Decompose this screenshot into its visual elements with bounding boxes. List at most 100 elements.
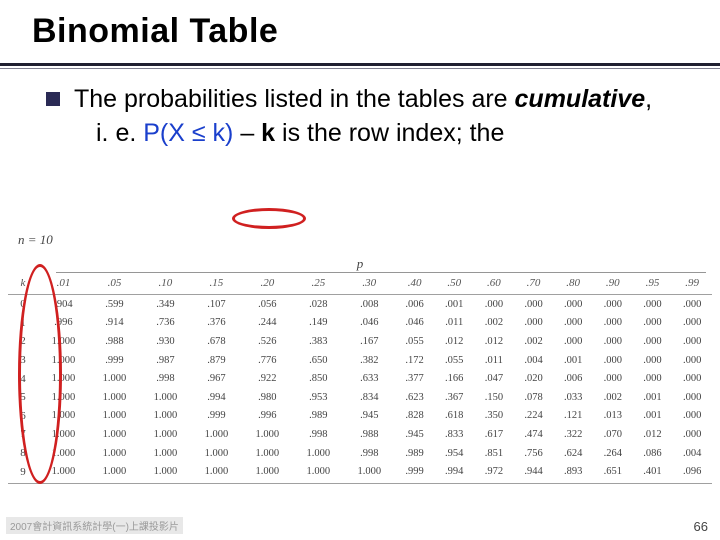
table-row: 61.0001.0001.000.999.996.989.945.828.618…: [8, 407, 712, 426]
value-cell: .166: [434, 369, 474, 388]
value-cell: .678: [191, 332, 242, 351]
k-cell: 2: [8, 332, 38, 351]
value-cell: .000: [672, 407, 712, 426]
value-cell: .096: [672, 462, 712, 483]
value-cell: .004: [514, 351, 554, 370]
p-header: .05: [89, 274, 140, 295]
value-cell: .004: [672, 444, 712, 463]
page-number: 66: [694, 519, 708, 534]
value-cell: .001: [553, 351, 593, 370]
value-cell: .012: [633, 425, 673, 444]
p-header: .70: [514, 274, 554, 295]
value-cell: 1.000: [38, 369, 89, 388]
value-cell: .000: [633, 314, 673, 333]
value-cell: 1.000: [242, 425, 293, 444]
p-header: .60: [474, 274, 514, 295]
value-cell: .349: [140, 295, 191, 314]
value-cell: .367: [434, 388, 474, 407]
value-cell: .998: [293, 425, 344, 444]
value-cell: .376: [191, 314, 242, 333]
value-cell: .994: [434, 462, 474, 483]
line2-lead: i. e.: [96, 119, 143, 147]
k-cell: 8: [8, 444, 38, 463]
value-cell: .999: [191, 407, 242, 426]
value-cell: .002: [514, 332, 554, 351]
table-row: 41.0001.000.998.967.922.850.633.377.166.…: [8, 369, 712, 388]
p-header: .25: [293, 274, 344, 295]
value-cell: .046: [395, 314, 435, 333]
p-header: .80: [553, 274, 593, 295]
value-cell: 1.000: [140, 444, 191, 463]
value-cell: .624: [553, 444, 593, 463]
value-cell: .998: [344, 444, 395, 463]
value-cell: 1.000: [89, 444, 140, 463]
value-cell: .998: [140, 369, 191, 388]
k-cell: 9: [8, 462, 38, 483]
value-cell: .150: [474, 388, 514, 407]
value-cell: .893: [553, 462, 593, 483]
value-cell: .006: [553, 369, 593, 388]
k-cell: 6: [8, 407, 38, 426]
value-cell: .055: [395, 332, 435, 351]
p-label: p: [357, 256, 364, 271]
k-cell: 1: [8, 314, 38, 333]
value-cell: .000: [553, 332, 593, 351]
value-cell: 1.000: [89, 369, 140, 388]
value-cell: 1.000: [38, 425, 89, 444]
value-cell: 1.000: [140, 388, 191, 407]
k-cell: 7: [8, 425, 38, 444]
value-cell: .988: [344, 425, 395, 444]
value-cell: 1.000: [38, 407, 89, 426]
table-row: 91.0001.0001.0001.0001.0001.0001.000.999…: [8, 462, 712, 483]
value-cell: .121: [553, 407, 593, 426]
value-cell: .020: [514, 369, 554, 388]
dash: –: [233, 119, 261, 147]
k-cell: 3: [8, 351, 38, 370]
k-bold: k: [261, 119, 275, 147]
k-cell: 0: [8, 295, 38, 314]
value-cell: .000: [633, 369, 673, 388]
value-cell: 1.000: [38, 388, 89, 407]
value-cell: .172: [395, 351, 435, 370]
value-cell: .264: [593, 444, 633, 463]
comma: ,: [645, 85, 652, 113]
value-cell: .244: [242, 314, 293, 333]
value-cell: .000: [553, 314, 593, 333]
value-cell: 1.000: [140, 462, 191, 483]
value-cell: .828: [395, 407, 435, 426]
value-cell: .944: [514, 462, 554, 483]
p-header: .15: [191, 274, 242, 295]
value-cell: .167: [344, 332, 395, 351]
value-cell: .012: [474, 332, 514, 351]
value-cell: .001: [633, 388, 673, 407]
value-cell: .322: [553, 425, 593, 444]
value-cell: .350: [474, 407, 514, 426]
p-header: .10: [140, 274, 191, 295]
value-cell: .008: [344, 295, 395, 314]
value-cell: .000: [593, 314, 633, 333]
value-cell: .851: [474, 444, 514, 463]
value-cell: 1.000: [38, 351, 89, 370]
value-cell: .149: [293, 314, 344, 333]
value-cell: .046: [344, 314, 395, 333]
value-cell: 1.000: [191, 444, 242, 463]
value-cell: .999: [395, 462, 435, 483]
value-cell: 1.000: [293, 462, 344, 483]
value-cell: .000: [514, 314, 554, 333]
binomial-table: k .01.05.10.15.20.25.30.40.50.60.70.80.9…: [8, 274, 712, 484]
math-expr: P(X ≤ k): [143, 119, 233, 147]
table-row: 71.0001.0001.0001.0001.000.998.988.945.8…: [8, 425, 712, 444]
value-cell: .967: [191, 369, 242, 388]
value-cell: .989: [395, 444, 435, 463]
value-cell: .002: [474, 314, 514, 333]
line2-rest: is the row index; the: [275, 119, 504, 147]
value-cell: .086: [633, 444, 673, 463]
value-cell: .850: [293, 369, 344, 388]
value-cell: .474: [514, 425, 554, 444]
value-cell: .000: [633, 295, 673, 314]
value-cell: .070: [593, 425, 633, 444]
k-cell: 4: [8, 369, 38, 388]
value-cell: .996: [242, 407, 293, 426]
red-highlight-oval-header: [232, 208, 306, 229]
value-cell: .987: [140, 351, 191, 370]
